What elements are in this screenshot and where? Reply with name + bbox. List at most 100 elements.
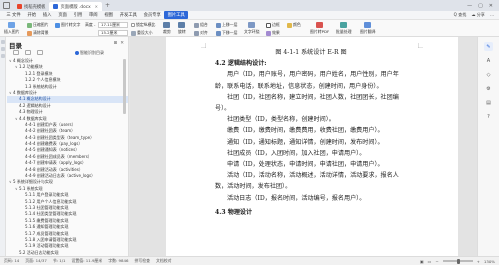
- document-body[interactable]: 图 4-1-1 系统设计 E-R 图 4.2 逻辑结构设计: 用户（ID，用户账…: [215, 47, 407, 218]
- height-input[interactable]: 17.11厘米: [98, 21, 128, 28]
- close-panel-icon[interactable]: ✕: [120, 41, 124, 46]
- help-icon[interactable]: ?: [484, 112, 493, 121]
- menu-home[interactable]: 开始: [24, 11, 39, 19]
- insert-image-button[interactable]: 插入图片: [4, 22, 20, 35]
- new-tab-button[interactable]: +: [105, 2, 110, 9]
- right-side-toolbar: ✎ A ◇ ⚙ ▤ ?: [477, 37, 499, 256]
- translate-icon: [364, 22, 372, 28]
- toc-item-label: 4 概念设计: [13, 58, 33, 63]
- close-tab-icon[interactable]: ✕: [95, 4, 98, 9]
- status-doc-check[interactable]: 文档校对: [156, 258, 172, 264]
- search-button[interactable]: Q 查找: [454, 12, 467, 18]
- settings-icon[interactable]: ⚙: [484, 84, 493, 93]
- image-to-text-icon: [55, 22, 60, 28]
- zoom-out-button[interactable]: −: [435, 259, 438, 264]
- crop-button[interactable]: 裁剪: [163, 22, 171, 35]
- toc-settings-icon[interactable]: [37, 50, 43, 55]
- menu-insert[interactable]: 插入: [39, 11, 54, 19]
- menu-view[interactable]: 视图: [101, 11, 116, 19]
- status-pages[interactable]: 页面: 14/37: [25, 258, 47, 264]
- paragraph-members: 社团成员（ID，入团时间，加入社团，申请用户）。: [227, 149, 366, 157]
- toc-item-label: 4-4-3 创建社团类型表（team_type）: [25, 134, 95, 140]
- pin-icon[interactable]: ⊞: [113, 41, 117, 46]
- smart-toc-label: 智能识别目录: [80, 50, 104, 55]
- status-spell-check[interactable]: 拼写检查: [134, 258, 150, 264]
- toc-item-label: 4-4-5 创建通知表（notices）: [25, 147, 80, 153]
- thumbnail-rail-icon[interactable]: [1, 54, 5, 58]
- maximize-button[interactable]: ▢: [478, 3, 483, 9]
- image-icon: [8, 22, 16, 28]
- pen-icon[interactable]: ✎: [484, 42, 493, 51]
- compress-image-button[interactable]: 压缩图片: [27, 22, 49, 28]
- minimize-button[interactable]: —: [467, 3, 472, 9]
- rotate-icon: [178, 22, 186, 28]
- menu-developer[interactable]: 开发工具: [116, 11, 140, 19]
- bring-forward-label: 上移一层: [222, 22, 238, 27]
- menu-member[interactable]: 会员专享: [140, 11, 164, 19]
- status-page[interactable]: 页码: 14: [4, 258, 19, 264]
- toc-list: ∨4 概念设计 ∨1.2 功能模块 1.2.1 登录模块 1.2.2 个人信息模块 1.…: [7, 58, 128, 256]
- text-wrap-button[interactable]: 文字环绕: [244, 22, 260, 35]
- status-settings[interactable]: 设置值: 11.9厘米: [72, 258, 103, 264]
- tab-document[interactable]: 页面模版 .docx ✕: [49, 2, 103, 11]
- toc-scrollbar[interactable]: [123, 59, 126, 114]
- width-input[interactable]: 15.2厘米: [98, 29, 128, 36]
- toc-item-label: 4.1 概念结构设计: [19, 96, 51, 102]
- view-mode-icon[interactable]: ▣: [420, 259, 424, 264]
- share-button[interactable]: ☁ 分享: [471, 12, 485, 18]
- toc-title: 目录: [9, 42, 22, 50]
- title-tab-bar: 找稻壳模板 页面模版 .docx ✕ + — ▢ ✕: [0, 0, 499, 11]
- color-button[interactable]: 颜色: [287, 22, 301, 28]
- image-to-text-button[interactable]: 图片转文字: [55, 22, 80, 28]
- batch-label: 批量处理: [336, 29, 352, 34]
- combine-button[interactable]: 组合: [194, 22, 208, 28]
- smart-toc-button[interactable]: 智能识别目录: [75, 50, 104, 56]
- navigation-panel: 目录 ⊞ ✕ 智能识别目录 ∨4 概念设计 ∨1.2 功能模块 1.2.1 登录模块…: [0, 37, 129, 256]
- clear-background-button[interactable]: 清除背景: [27, 30, 49, 36]
- shape-icon[interactable]: ◇: [484, 70, 493, 79]
- style-icon[interactable]: A: [484, 56, 493, 65]
- bookmark-rail-icon[interactable]: [1, 47, 5, 51]
- menu-review[interactable]: 审阅: [86, 11, 101, 19]
- bring-forward-button[interactable]: 上移一层: [216, 22, 238, 28]
- lock-ratio-checkbox[interactable]: 锁定纵横比: [131, 22, 155, 28]
- menu-page[interactable]: 页面: [55, 11, 70, 19]
- combine-label: 组合: [200, 22, 208, 27]
- toc-item-label: 5.1.3 社团管理功能实现: [25, 204, 69, 210]
- status-word-count[interactable]: 字数: 9846: [108, 258, 128, 264]
- rotate-button[interactable]: 旋转: [178, 22, 186, 35]
- toc-item-label: 5.1.7 成员管理功能实现: [25, 230, 69, 236]
- status-section[interactable]: 节: 1/1: [53, 258, 66, 264]
- expand-all-icon[interactable]: [13, 50, 19, 55]
- effects-button[interactable]: 效果: [266, 30, 280, 36]
- close-window-button[interactable]: ✕: [489, 3, 493, 9]
- image-to-pdf-button[interactable]: 图片转PDF: [310, 22, 329, 35]
- collapse-all-icon[interactable]: [25, 50, 31, 55]
- menu-picture-tools[interactable]: 图片工具: [164, 11, 189, 19]
- menu-file[interactable]: 三 文件: [3, 11, 24, 19]
- layout-icon[interactable]: ▤: [484, 98, 493, 107]
- send-backward-button[interactable]: 下移一层: [216, 30, 238, 36]
- zoom-level[interactable]: 130%: [484, 259, 495, 264]
- zoom-slider[interactable]: [442, 258, 473, 264]
- web-view-icon[interactable]: ▭: [428, 259, 432, 264]
- batch-process-button[interactable]: 批量处理: [336, 22, 352, 35]
- tab-template-store[interactable]: 找稻壳模板: [13, 2, 49, 11]
- compress-icon: [27, 22, 32, 28]
- align-button[interactable]: 对齐: [194, 30, 208, 36]
- image-translate-button[interactable]: 图片翻译: [360, 22, 376, 35]
- text-wrap-label: 文字环绕: [244, 29, 260, 34]
- menu-bar: 三 文件 开始 插入 页面 引用 审阅 视图 开发工具 会员专享 图片工具 Q …: [0, 11, 499, 20]
- reset-size-icon: [131, 30, 136, 36]
- menu-references[interactable]: 引用: [70, 11, 85, 19]
- more-button[interactable]: ⋯: [490, 13, 494, 18]
- reset-size-button[interactable]: 重设大小: [131, 30, 153, 36]
- toc-item-label: 1.3 系统结构设计: [25, 83, 57, 89]
- toc-rail-icon[interactable]: [1, 40, 5, 44]
- border-button[interactable]: 边框: [266, 22, 280, 28]
- zoom-slider-thumb[interactable]: [456, 258, 460, 264]
- crop-label: 裁剪: [163, 29, 171, 34]
- toc-item-label: 4-4-2 创建社团表（team）: [25, 128, 76, 134]
- zoom-in-button[interactable]: +: [477, 259, 480, 264]
- home-icon[interactable]: [3, 2, 10, 9]
